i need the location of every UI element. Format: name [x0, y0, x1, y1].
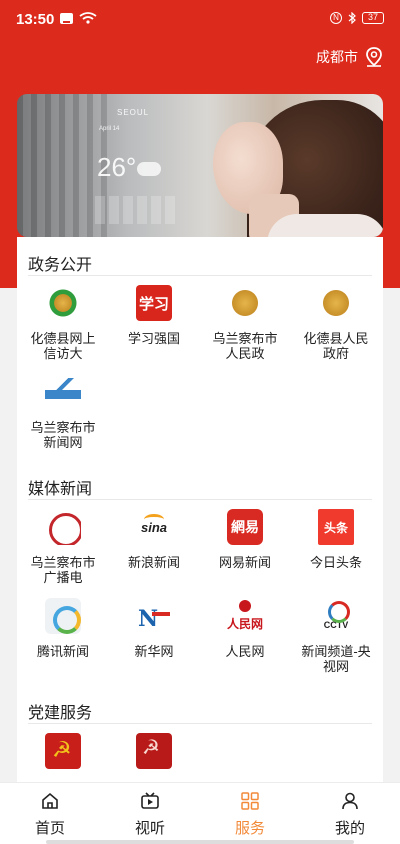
app-toutiao[interactable]: 头条 今日头条 [290, 509, 382, 570]
battery-icon: 37 [362, 12, 384, 24]
wifi-icon [79, 12, 97, 24]
cctv-icon: CCTV [318, 598, 354, 634]
app-label: 化德县人民政府 [303, 331, 369, 361]
people-icon: 人民网 [227, 598, 263, 634]
app-label: 腾讯新闻 [36, 644, 89, 659]
weather-temp: 26° [97, 152, 137, 182]
tab-label: 我的 [334, 820, 365, 837]
bluetooth-icon [348, 12, 356, 24]
party-emblem-icon [136, 733, 172, 769]
banner-carousel[interactable]: SEOUL April 14 26° [17, 94, 383, 237]
map-pin-icon [366, 47, 382, 67]
tencent-icon [45, 598, 81, 634]
status-time: 13:50 [16, 11, 55, 28]
party-emblem-icon [45, 733, 81, 769]
xinhua-icon [136, 598, 172, 634]
home-indicator[interactable] [46, 840, 354, 844]
app-label: 乌兰察布市新闻网 [30, 420, 96, 450]
app-sina-news[interactable]: sina 新浪新闻 [108, 509, 200, 570]
section-divider [28, 723, 372, 724]
video-icon [141, 792, 159, 809]
cctv-logo-text: CCTV [323, 620, 349, 630]
tab-video[interactable]: 视听 [120, 791, 180, 838]
radio-icon [45, 509, 81, 545]
services-panel: 政务公开 化德县网上信访大 学习 学习强国 乌兰察布市人民政 化德县人民政府 乌… [17, 237, 383, 782]
user-icon [342, 792, 358, 810]
app-wulanchabu-radio[interactable]: 乌兰察布市广播电 [17, 509, 109, 585]
toutiao-icon: 头条 [318, 509, 354, 545]
home-icon [42, 792, 58, 809]
bottom-tab-bar: 首页 视听 服务 我的 [0, 782, 400, 844]
app-party-1[interactable] [17, 733, 109, 769]
app-label: 学习强国 [127, 331, 180, 346]
city-label: 成都市 [316, 49, 358, 65]
app-xinhua[interactable]: 新华网 [108, 598, 200, 659]
section-divider [28, 275, 372, 276]
sina-icon: sina [136, 509, 172, 545]
app-label: 网易新闻 [218, 555, 271, 570]
nfc-icon: N [330, 12, 342, 24]
grid-icon [241, 792, 259, 810]
section-title-media: 媒体新闻 [28, 481, 93, 498]
section-divider [28, 499, 372, 500]
app-label: 新闻频道-央视网 [301, 644, 371, 674]
xuexi-icon: 学习 [136, 285, 172, 321]
weather-overlay: SEOUL April 14 26° [95, 108, 185, 226]
message-icon [60, 12, 73, 24]
tab-label: 服务 [234, 820, 265, 837]
app-cctv-news[interactable]: CCTV 新闻频道-央视网 [290, 598, 382, 674]
app-huade-xinfang[interactable]: 化德县网上信访大 [17, 285, 109, 361]
app-label: 乌兰察布市广播电 [30, 555, 96, 585]
weather-forecast [95, 196, 175, 224]
app-xuexi-qiangguo[interactable]: 学习 学习强国 [108, 285, 200, 346]
app-label: 化德县网上信访大 [30, 331, 96, 361]
app-huade-gov[interactable]: 化德县人民政府 [290, 285, 382, 361]
tab-label: 视听 [134, 820, 165, 837]
tab-services[interactable]: 服务 [220, 791, 280, 838]
section-title-party: 党建服务 [28, 705, 93, 722]
national-emblem-icon [227, 285, 263, 321]
app-label: 人民网 [225, 644, 265, 659]
app-party-2[interactable] [108, 733, 200, 769]
app-label: 新华网 [134, 644, 174, 659]
app-wulanchabu-gov[interactable]: 乌兰察布市人民政 [199, 285, 291, 361]
app-label: 乌兰察布市人民政 [212, 331, 278, 361]
netease-icon: 網易 [227, 509, 263, 545]
status-bar: 13:50 N 37 [0, 0, 400, 38]
app-wulanchabu-news[interactable]: 乌兰察布市新闻网 [17, 374, 109, 450]
weather-city: SEOUL [117, 108, 150, 117]
weather-date: April 14 [99, 126, 120, 132]
tab-home[interactable]: 首页 [20, 791, 80, 838]
emblem-green-icon [45, 285, 81, 321]
news-net-icon [45, 374, 81, 410]
cloud-icon [137, 162, 161, 176]
tab-profile[interactable]: 我的 [320, 791, 380, 838]
national-emblem-icon [318, 285, 354, 321]
people-logo-text: 人民网 [227, 616, 263, 631]
app-label: 今日头条 [309, 555, 362, 570]
app-people[interactable]: 人民网 人民网 [199, 598, 291, 659]
banner-photo-shoulder [267, 214, 383, 237]
app-tencent-news[interactable]: 腾讯新闻 [17, 598, 109, 659]
tab-label: 首页 [34, 820, 65, 837]
app-label: 新浪新闻 [127, 555, 180, 570]
app-netease-news[interactable]: 網易 网易新闻 [199, 509, 291, 570]
location-selector[interactable]: 成都市 [316, 46, 384, 68]
section-title-government: 政务公开 [28, 257, 93, 274]
